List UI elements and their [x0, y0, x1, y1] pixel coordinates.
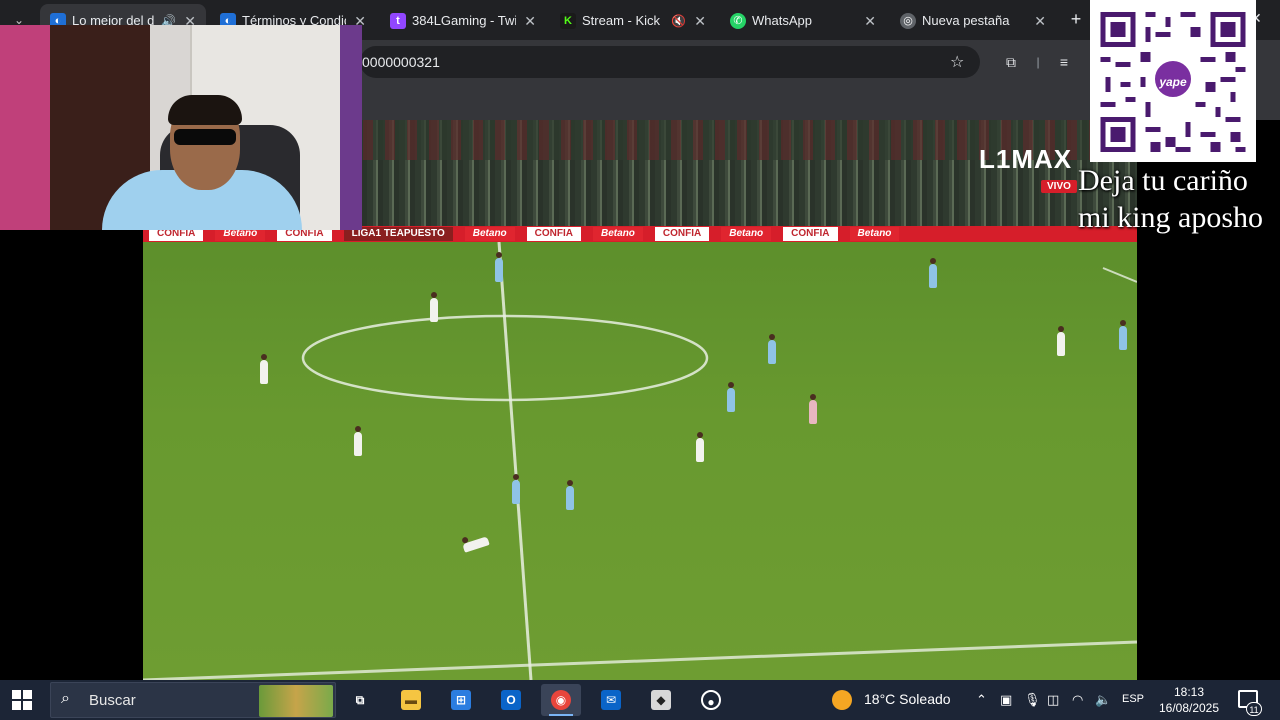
tab-kick[interactable]: K Stream - Kick 🔇 ✕ [550, 4, 716, 40]
ad-board: CONFIA [654, 227, 710, 241]
media-control-icon[interactable]: ≡ [1054, 52, 1074, 72]
input-language[interactable]: ESP [1122, 693, 1144, 705]
weather-text: 18°C Soleado [864, 691, 951, 707]
roblox-icon: ◆ [651, 690, 671, 710]
chrome-icon: ◉ [551, 690, 571, 710]
search-highlight-image [259, 685, 333, 717]
taskbar-search-box[interactable]: ⌕ Buscar [50, 682, 336, 718]
kick-icon: K [560, 13, 576, 29]
camera-icon[interactable]: ◫ [1047, 692, 1059, 708]
microsoft-store-button[interactable]: ⊞ [441, 684, 481, 716]
player-blue [566, 480, 574, 510]
ad-board: Betano [464, 227, 515, 241]
address-bar[interactable]: 0000000321 [360, 46, 980, 78]
volume-icon[interactable]: 🔈 [1095, 692, 1111, 708]
webcam-purple-wall [340, 25, 362, 230]
chrome-taskbar-button[interactable]: ◉ [541, 684, 581, 716]
tab-whatsapp[interactable]: ✆ WhatsApp ✕ [720, 4, 886, 40]
close-icon[interactable]: ✕ [1034, 4, 1046, 38]
screen: ⌄ ◐ Lo mejor del d 🔊 ✕ ◐ Términos y Cond… [0, 0, 1280, 720]
ad-board: CONFIA [526, 227, 582, 241]
clock-time: 18:13 [1173, 685, 1205, 699]
system-clock[interactable]: 18:13 16/08/2025 [1150, 684, 1228, 716]
close-icon[interactable]: ✕ [694, 4, 706, 38]
live-badge: VIVO [1041, 180, 1077, 193]
referee [809, 394, 817, 424]
player-white [1057, 326, 1065, 356]
yape-logo: yape [1152, 58, 1194, 100]
store-icon: ⊞ [451, 690, 471, 710]
tab-twitch[interactable]: t 384LGaming - Twit ✕ [380, 4, 546, 40]
webcam-streamer-hair [168, 95, 242, 125]
player-blue [495, 252, 503, 282]
player-blue [512, 474, 520, 504]
address-text: 0000000321 [362, 54, 440, 70]
twitch-icon: t [390, 13, 406, 29]
broadcaster-logo: L1MAX [979, 144, 1073, 174]
pitch-lines [143, 242, 1137, 680]
tab-title: Stream - Kick [582, 13, 661, 28]
chevron-up-icon[interactable]: ⌃ [976, 692, 987, 708]
tab-title: WhatsApp [752, 13, 812, 28]
search-icon: ⌕ [61, 690, 70, 707]
ad-board: CONFIA [783, 227, 838, 241]
player-white [354, 426, 362, 456]
notification-count-badge: 11 [1246, 702, 1262, 716]
chrome-icon: ◎ [900, 13, 916, 29]
outlook-mail-button[interactable]: ✉ [591, 684, 631, 716]
mail-icon: ✉ [601, 690, 621, 710]
whatsapp-icon: ✆ [730, 13, 746, 29]
player-white [696, 432, 704, 462]
player-white [260, 354, 268, 384]
donation-message: Deja tu cariño mi king aposho [1078, 164, 1263, 234]
windows-start-icon[interactable] [12, 690, 32, 710]
player-blue [768, 334, 776, 364]
player-blue [727, 382, 735, 412]
outlook-icon: O [501, 690, 521, 710]
clock-date: 16/08/2025 [1158, 701, 1220, 715]
bookmark-star-icon[interactable]: ☆ [950, 52, 964, 72]
player-blue [929, 258, 937, 288]
tab-nueva-pestana[interactable]: ◎ Nueva pestaña ✕ [890, 4, 1056, 40]
ad-board: Betano [593, 227, 643, 241]
extensions-icon[interactable]: ⧉ [1001, 52, 1021, 72]
folder-icon: ▬ [401, 690, 421, 710]
toolbar-divider: | [1036, 55, 1040, 69]
outlook-button[interactable]: O [491, 684, 531, 716]
tab-title: 384LGaming - Twit [412, 13, 516, 28]
new-tab-plus-icon[interactable]: + [1064, 8, 1088, 32]
muted-icon[interactable]: 🔇 [671, 4, 686, 38]
microphone-icon[interactable]: 🎙 [1024, 692, 1041, 708]
obs-button[interactable]: ● [691, 684, 731, 716]
task-view-icon: ⧉ [355, 693, 365, 707]
player-white [430, 292, 438, 322]
player-blue [1119, 320, 1127, 350]
sunglasses-icon [174, 129, 236, 145]
roblox-button[interactable]: ◆ [641, 684, 681, 716]
ad-board: Betano [721, 227, 772, 241]
tab-title: Nueva pestaña [922, 13, 1010, 28]
close-icon[interactable]: ✕ [524, 4, 536, 38]
yape-brand: yape [1159, 75, 1187, 89]
close-icon[interactable]: ✕ [864, 4, 876, 38]
sun-icon [832, 690, 852, 710]
webcam-overlay [0, 25, 362, 230]
search-placeholder: Buscar [89, 692, 136, 709]
wifi-icon[interactable]: ◠ [1072, 692, 1083, 708]
file-explorer-button[interactable]: ▬ [391, 684, 431, 716]
obs-icon: ● [701, 690, 721, 710]
active-indicator [549, 714, 573, 716]
tray-app-icon[interactable]: ▣ [1000, 692, 1012, 708]
windows-taskbar: ⌕ Buscar ⧉ ▬ ⊞ O ◉ ✉ ◆ ● 18°C Soleado ⌃ … [0, 680, 1280, 720]
ad-board: Betano [849, 227, 900, 241]
football-pitch [143, 242, 1137, 680]
task-view-button[interactable]: ⧉ [340, 684, 380, 716]
